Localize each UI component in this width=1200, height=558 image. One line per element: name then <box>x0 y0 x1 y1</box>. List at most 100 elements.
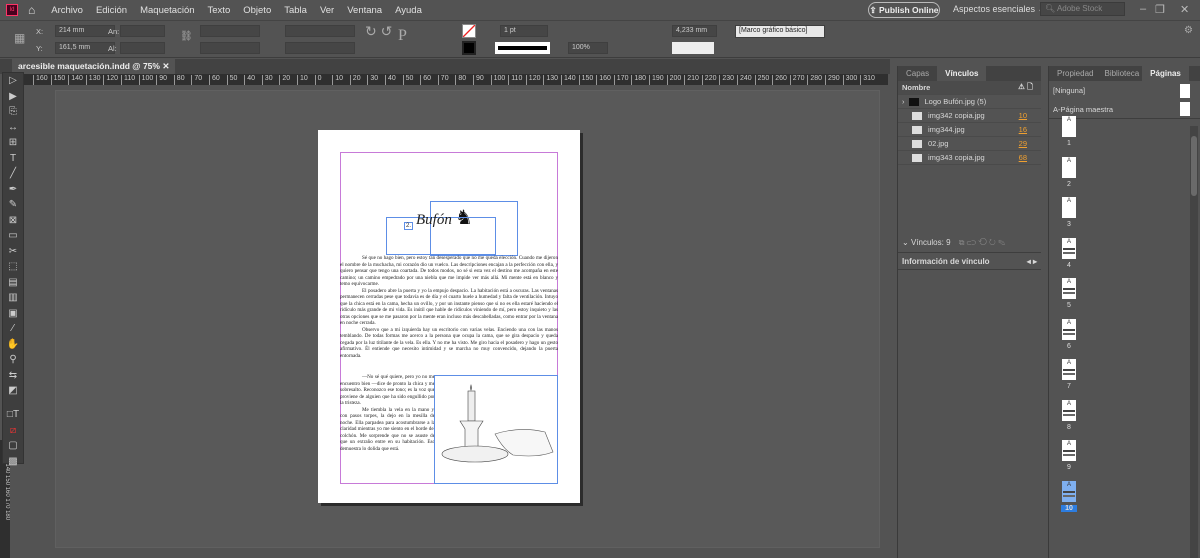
free-transform-tool-icon[interactable]: ⬚ <box>3 259 23 275</box>
home-icon[interactable]: ⌂ <box>28 3 35 17</box>
hand-tool-icon[interactable]: ✋ <box>3 337 23 353</box>
rectangle-frame-tool-icon[interactable]: ⊠ <box>3 213 23 229</box>
selection-tool-icon[interactable]: ▷ <box>3 73 23 89</box>
eyedropper-tool-icon[interactable]: ⁄ <box>3 321 23 337</box>
menu-tabla[interactable]: Tabla <box>284 5 307 16</box>
menu-objeto[interactable]: Objeto <box>243 5 271 16</box>
gradient-feather-tool-icon[interactable]: ▥ <box>3 290 23 306</box>
link-item[interactable]: img344.jpg 16 <box>898 123 1041 137</box>
link-page[interactable]: 68 <box>1019 153 1027 162</box>
menu-ventana[interactable]: Ventana <box>347 5 382 16</box>
page-thumbnail[interactable]: A <box>1062 399 1076 421</box>
scale-y-field[interactable] <box>200 42 260 54</box>
text-frame-column[interactable]: —No sé qué quiere, pero yo no me encuent… <box>340 374 435 452</box>
page-thumbnail[interactable]: A <box>1062 278 1076 299</box>
width-field[interactable] <box>120 25 165 37</box>
restore-button[interactable]: ❐ <box>1155 3 1165 16</box>
constrain-icon[interactable]: ⛓ <box>180 31 193 42</box>
link-item[interactable]: 02.jpg 29 <box>898 137 1041 151</box>
gap-field[interactable]: 4,233 mm <box>672 25 717 37</box>
menu-texto[interactable]: Texto <box>208 5 231 16</box>
type-tool-icon[interactable]: T <box>3 151 23 167</box>
view-mode-icon[interactable]: ▩ <box>3 454 23 470</box>
fill-stroke-icon[interactable]: ◩ <box>3 383 23 407</box>
scale-x-field[interactable] <box>200 25 260 37</box>
menu-edicion[interactable]: Edición <box>96 5 127 16</box>
x-field[interactable]: 214 mm <box>55 25 115 37</box>
rotate-field[interactable] <box>285 25 355 37</box>
gear-icon[interactable]: ⚙ <box>1184 25 1193 36</box>
document-tab[interactable]: arcesible maquetación.indd @ 75% ✕ <box>12 59 176 74</box>
scissors-tool-icon[interactable]: ✂ <box>3 244 23 260</box>
pages-scrollbar[interactable] <box>1190 126 1198 558</box>
master-none[interactable]: [Ninguna] <box>1049 81 1200 100</box>
opacity-field[interactable]: 100% <box>568 42 608 54</box>
page-thumbnail[interactable]: A <box>1062 116 1076 137</box>
close-button[interactable]: ✕ <box>1180 3 1189 16</box>
link-page[interactable]: 16 <box>1019 125 1027 134</box>
page-tool-icon[interactable]: ⎘ <box>3 104 23 120</box>
stroke-weight-field[interactable]: 1 pt <box>500 25 548 37</box>
direct-selection-tool-icon[interactable]: ▶ <box>3 89 23 105</box>
zoom-tool-icon[interactable]: ⚲ <box>3 352 23 368</box>
minimize-button[interactable]: – <box>1140 3 1146 15</box>
note-tool-icon[interactable]: ▣ <box>3 306 23 322</box>
page-thumbnail[interactable]: A <box>1062 156 1076 178</box>
gradient-tool-icon[interactable]: ▤ <box>3 275 23 291</box>
horizontal-ruler[interactable]: 160 150 140 130 120 110 100 90 80 70 60 50 40 30 20 10 0… <box>24 74 888 85</box>
link-item[interactable]: img342 copia.jpg 10 <box>898 109 1041 123</box>
gap-tool-icon[interactable]: ↔ <box>3 120 23 136</box>
page-thumbnail[interactable]: A <box>1062 197 1076 218</box>
apply-none-icon[interactable]: ⧄ <box>3 423 23 439</box>
expand-icon[interactable]: › <box>902 97 905 106</box>
tab-propiedades[interactable]: Propiedad <box>1049 66 1101 81</box>
pen-tool-icon[interactable]: ✒ <box>3 182 23 198</box>
candle-image-frame[interactable] <box>434 375 558 484</box>
page-thumbnail[interactable]: A <box>1062 359 1076 380</box>
rotate-icon[interactable]: ↻ ↺ <box>365 23 392 40</box>
prev-next-icon[interactable]: ◂ ▸ <box>1027 257 1037 266</box>
corner-select[interactable] <box>672 42 714 54</box>
y-field[interactable]: 161,5 mm <box>55 42 115 54</box>
tab-vinculos[interactable]: Vínculos <box>937 66 987 81</box>
close-tab-icon[interactable]: ✕ <box>162 61 169 71</box>
shear-field[interactable] <box>285 42 355 54</box>
tab-biblioteca[interactable]: Biblioteca <box>1101 66 1142 81</box>
page-thumbnail[interactable]: A <box>1062 318 1076 340</box>
link-page[interactable]: 29 <box>1019 139 1027 148</box>
link-page[interactable]: 10 <box>1019 111 1027 120</box>
select-container-icon[interactable]: P <box>398 27 407 45</box>
page-thumbnail[interactable]: A <box>1062 237 1076 259</box>
line-tool-icon[interactable]: ╱ <box>3 166 23 182</box>
menu-maquetacion[interactable]: Maquetación <box>140 5 194 16</box>
swap-colors-icon[interactable]: ⇆ <box>3 368 23 384</box>
tab-paginas[interactable]: Páginas <box>1142 66 1189 81</box>
menu-archivo[interactable]: Archivo <box>51 5 83 16</box>
name-column-header[interactable]: Nombre <box>902 83 930 92</box>
page-thumbnail[interactable]: A <box>1062 480 1076 502</box>
formatting-container-icon[interactable]: □T <box>3 407 23 423</box>
object-style-select[interactable]: [Marco gráfico básico] <box>735 25 825 38</box>
link-item[interactable]: img343 copia.jpg 68 <box>898 151 1041 165</box>
relink-icon[interactable]: ⧉ ⊂⊃ ⟲ ↻ ✎ <box>959 238 1006 247</box>
content-collector-icon[interactable]: ⊞ <box>3 135 23 151</box>
workspace-switcher[interactable]: Aspectos esenciales ⌄ <box>953 4 1045 15</box>
rectangle-tool-icon[interactable]: ▭ <box>3 228 23 244</box>
tab-capas[interactable]: Capas <box>898 66 937 81</box>
publish-online-button[interactable]: ⇪ Publish Online <box>868 2 940 18</box>
menu-ver[interactable]: Ver <box>320 5 334 16</box>
page-thumbnail[interactable]: A <box>1062 440 1076 461</box>
menu-ayuda[interactable]: Ayuda <box>395 5 422 16</box>
pencil-tool-icon[interactable]: ✎ <box>3 197 23 213</box>
stroke-swatch[interactable] <box>462 41 476 55</box>
reference-point-icon[interactable]: ▦ <box>14 31 25 45</box>
screen-mode-icon[interactable]: ▢ <box>3 438 23 454</box>
warning-icon[interactable]: ⚠ 🗋 <box>1018 81 1033 94</box>
stroke-type-select[interactable] <box>495 42 550 54</box>
link-item[interactable]: › Logo Bufón.jpg (5) <box>898 95 1041 109</box>
height-field[interactable] <box>120 42 165 54</box>
fill-swatch[interactable] <box>462 24 476 38</box>
text-frame-main[interactable]: Sé que no hago bien, pero estoy tan dese… <box>340 255 558 359</box>
link-info-header[interactable]: Información de vínculo ◂ ▸ <box>898 252 1041 270</box>
adobe-stock-search[interactable]: 🔍︎ Adobe Stock <box>1040 2 1125 16</box>
